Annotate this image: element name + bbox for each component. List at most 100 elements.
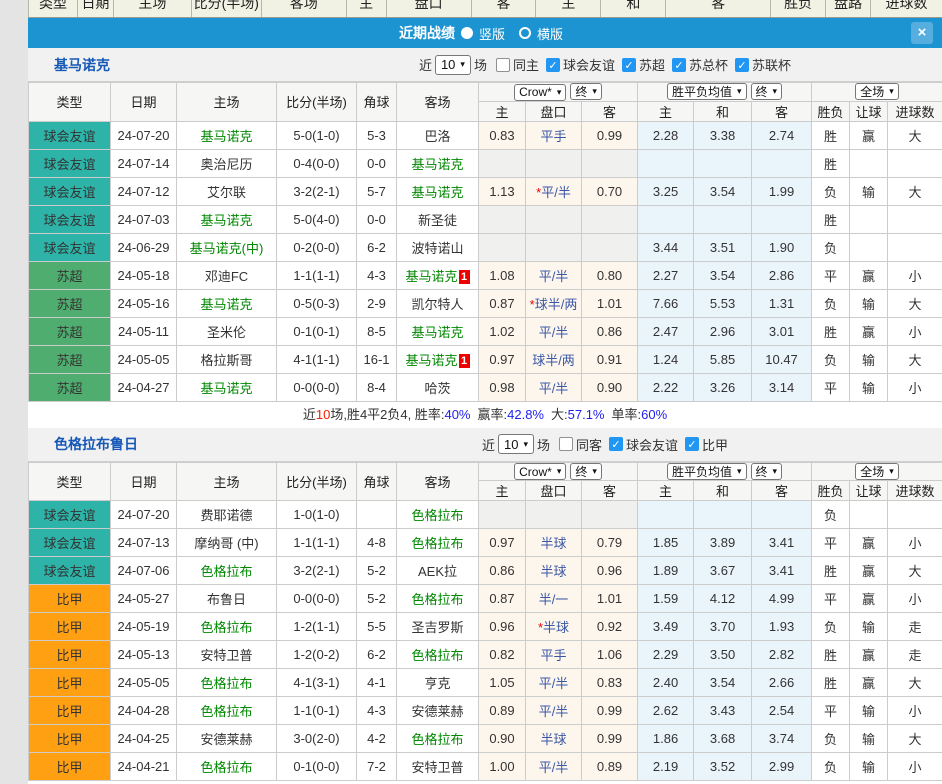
away-team[interactable]: 色格拉布 [411, 536, 463, 551]
dropdown-caret-icon: ▾ [889, 86, 894, 97]
team-name[interactable]: 基马诺克 [28, 55, 268, 75]
goals-result [888, 233, 942, 261]
away-team[interactable]: 圣吉罗斯 [411, 620, 463, 635]
avg-odds-away: 3.41 [752, 557, 812, 585]
home-team-cell: 基马诺克(中) [177, 233, 277, 261]
league-badge: 比甲 [29, 669, 111, 697]
away-team[interactable]: 基马诺克 [405, 269, 457, 284]
home-team[interactable]: 色格拉布 [200, 620, 252, 635]
final-avg-select[interactable]: 终▾ [751, 463, 783, 480]
home-team[interactable]: 摩纳哥 (中) [194, 536, 258, 551]
games-count-select[interactable]: 10▾ [435, 55, 471, 75]
recent-results-panel: 类型日期主场比分(半场)客场主盘口客主和客胜负盘路进球数 近期战绩 竖版 横版 … [0, 0, 942, 784]
home-team[interactable]: 艾尔联 [207, 185, 246, 200]
goals-result [888, 501, 942, 529]
home-team[interactable]: 色格拉布 [200, 676, 252, 691]
handicap-line: *平/半 [526, 177, 582, 205]
select-value: 胜平负均值 [672, 463, 732, 480]
away-team[interactable]: 巴洛 [424, 129, 450, 144]
league-checkbox[interactable]: ✓ [685, 437, 699, 451]
home-team[interactable]: 格拉斯哥 [200, 353, 252, 368]
away-team-cell: 色格拉布 [397, 641, 479, 669]
away-team[interactable]: 凯尔特人 [411, 297, 463, 312]
away-team[interactable]: 色格拉布 [411, 508, 463, 523]
odds-company-select[interactable]: Crow*▾ [514, 84, 566, 101]
vertical-layout-radio[interactable] [461, 27, 473, 39]
away-team[interactable]: 安特卫普 [411, 760, 463, 775]
away-team[interactable]: 基马诺克 [411, 185, 463, 200]
handicap-result [850, 501, 888, 529]
match-scope-select[interactable]: 全场▾ [855, 83, 899, 100]
home-team[interactable]: 邓迪FC [205, 269, 248, 284]
avg-odds-draw [694, 501, 752, 529]
away-team[interactable]: 色格拉布 [411, 592, 463, 607]
same-venue-checkbox[interactable] [496, 58, 510, 72]
goals-result: 小 [888, 373, 942, 401]
league-checkbox[interactable]: ✓ [546, 58, 560, 72]
horizontal-layout-radio[interactable] [519, 27, 531, 39]
column-header: 比分(半场) [277, 83, 357, 122]
home-team[interactable]: 基马诺克(中) [190, 241, 264, 256]
match-date: 24-04-28 [111, 697, 177, 725]
corner-count: 5-5 [357, 613, 397, 641]
column-header: 客 [752, 481, 812, 501]
final-odds-select[interactable]: 终▾ [570, 83, 602, 100]
home-team[interactable]: 布鲁日 [207, 592, 246, 607]
avg-odds-select[interactable]: 胜平负均值▾ [667, 463, 747, 480]
home-team-cell: 基马诺克 [177, 205, 277, 233]
handicap-text: 平手 [540, 129, 566, 144]
away-team[interactable]: 哈茨 [424, 381, 450, 396]
away-team[interactable]: 基马诺克 [411, 325, 463, 340]
final-avg-select[interactable]: 终▾ [751, 83, 783, 100]
goals-result: 小 [888, 317, 942, 345]
final-odds-select[interactable]: 终▾ [570, 463, 602, 480]
corner-count: 0-0 [357, 149, 397, 177]
handicap-result: 赢 [850, 557, 888, 585]
home-team[interactable]: 基马诺克 [200, 297, 252, 312]
match-scope-select[interactable]: 全场▾ [855, 463, 899, 480]
away-team[interactable]: AEK拉 [418, 564, 457, 579]
away-team[interactable]: 基马诺克 [411, 157, 463, 172]
goals-result: 大 [888, 725, 942, 753]
league-checkbox[interactable]: ✓ [672, 58, 686, 72]
away-team[interactable]: 安德莱赫 [411, 704, 463, 719]
away-team[interactable]: 新圣徒 [418, 213, 457, 228]
league-checkbox[interactable]: ✓ [609, 437, 623, 451]
away-team[interactable]: 基马诺克 [405, 353, 457, 368]
handicap-text: 球半/两 [535, 297, 578, 312]
team-name[interactable]: 色格拉布鲁日 [28, 434, 268, 454]
home-team[interactable]: 色格拉布 [200, 704, 252, 719]
league-checkbox[interactable]: ✓ [735, 58, 749, 72]
handicap-odds-home: 0.96 [479, 613, 526, 641]
home-team[interactable]: 安德莱赫 [200, 732, 252, 747]
home-team[interactable]: 色格拉布 [200, 760, 252, 775]
handicap-odds-home: 0.98 [479, 373, 526, 401]
home-team[interactable]: 费耶诺德 [200, 508, 252, 523]
scope-select-cell: 全场▾ [812, 462, 942, 481]
away-team[interactable]: 色格拉布 [411, 732, 463, 747]
match-score: 1-1(1-1) [277, 529, 357, 557]
away-team[interactable]: 亨克 [424, 676, 450, 691]
avg-odds-away: 3.01 [752, 317, 812, 345]
away-team[interactable]: 色格拉布 [411, 648, 463, 663]
odds-company-select[interactable]: Crow*▾ [514, 463, 566, 480]
home-team[interactable]: 基马诺克 [200, 381, 252, 396]
home-team[interactable]: 色格拉布 [200, 564, 252, 579]
games-count-select[interactable]: 10▾ [498, 434, 534, 454]
away-team[interactable]: 波特诺山 [411, 241, 463, 256]
same-venue-checkbox[interactable] [559, 437, 573, 451]
handicap-line: 平/半 [526, 261, 582, 289]
home-team[interactable]: 安特卫普 [200, 648, 252, 663]
match-row: 苏超24-04-27基马诺克0-0(0-0)8-4哈茨0.98平/半0.902.… [29, 373, 942, 401]
home-team[interactable]: 基马诺克 [200, 213, 252, 228]
home-team[interactable]: 圣米伦 [207, 325, 246, 340]
away-team-cell: 哈茨 [397, 373, 479, 401]
match-score: 0-1(0-1) [277, 317, 357, 345]
home-team[interactable]: 奥治尼历 [200, 157, 252, 172]
home-team-cell: 布鲁日 [177, 585, 277, 613]
league-checkbox[interactable]: ✓ [622, 58, 636, 72]
dropdown-caret-icon: ▾ [592, 466, 597, 477]
avg-odds-select[interactable]: 胜平负均值▾ [667, 83, 747, 100]
home-team[interactable]: 基马诺克 [200, 129, 252, 144]
close-button[interactable]: × [911, 22, 933, 44]
